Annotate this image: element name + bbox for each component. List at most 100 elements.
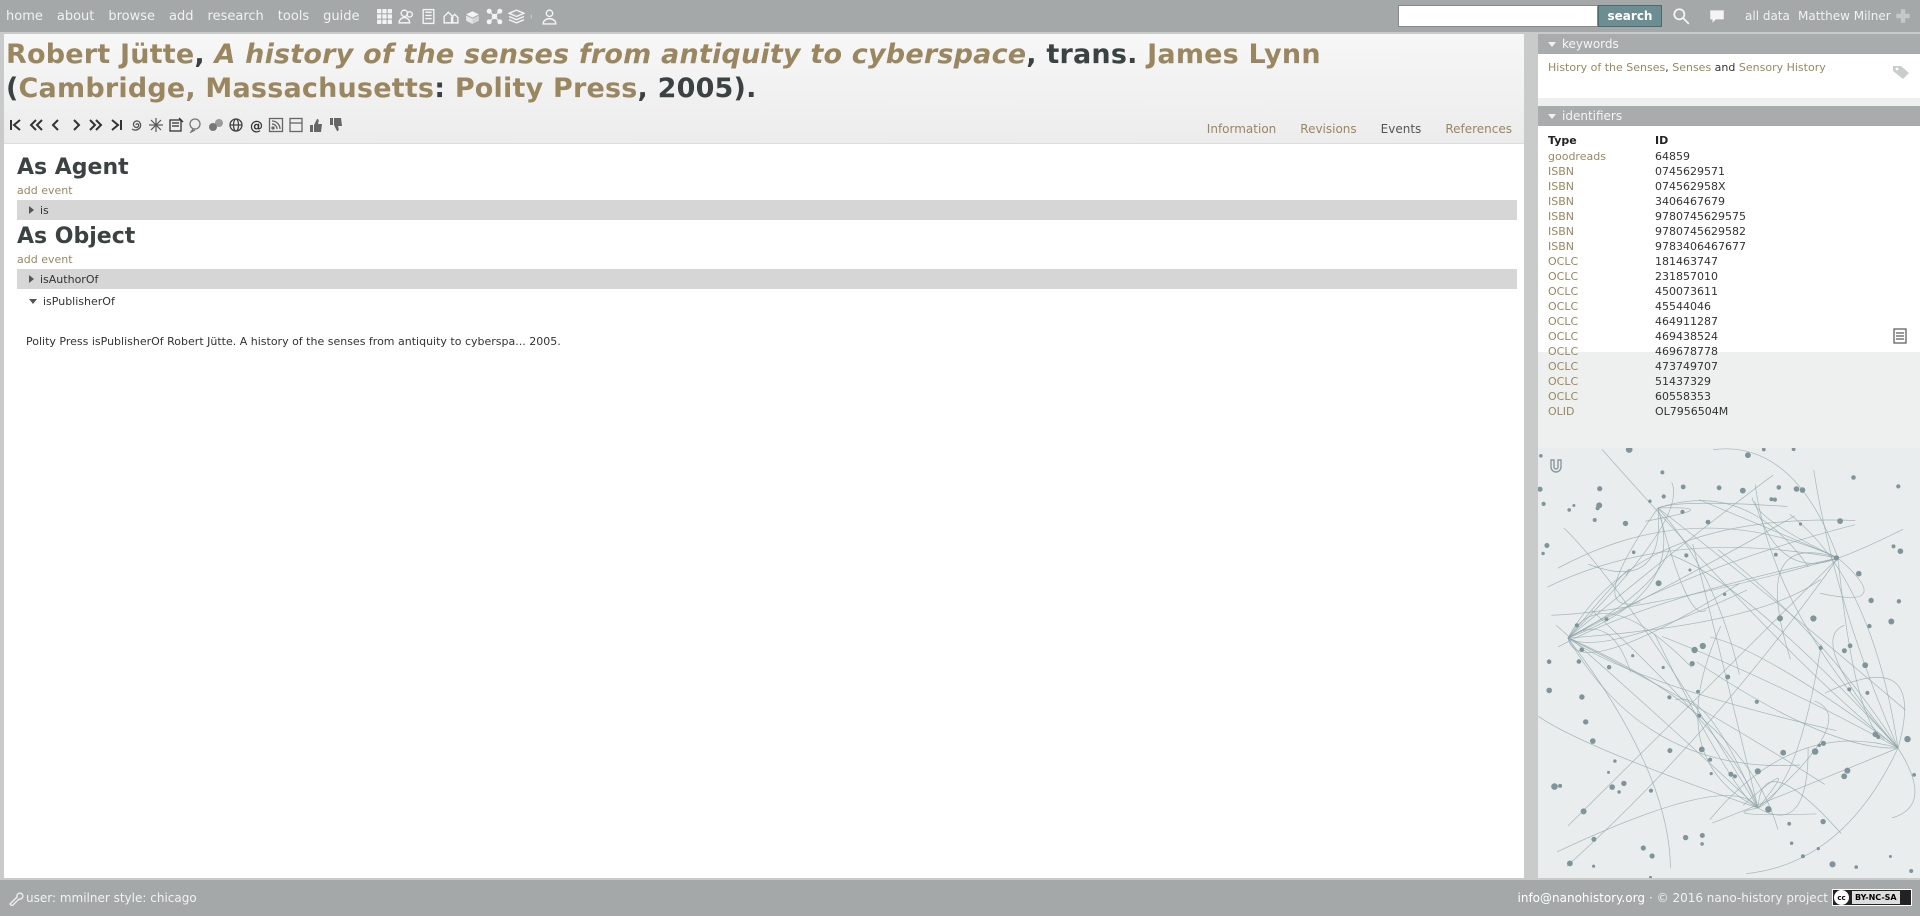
network-node[interactable] [1791, 447, 1796, 452]
network-node[interactable] [1576, 659, 1582, 664]
network-node[interactable] [1800, 854, 1805, 859]
network-node[interactable] [1739, 487, 1746, 494]
network-node[interactable] [1833, 555, 1840, 561]
network-node[interactable] [1567, 860, 1573, 867]
network-node[interactable] [1680, 509, 1685, 514]
network-node[interactable] [1716, 485, 1722, 491]
network-node[interactable] [1660, 470, 1665, 475]
nav-add[interactable]: add [169, 9, 193, 24]
network-node[interactable] [1661, 494, 1666, 499]
network-node[interactable] [1829, 861, 1836, 868]
users-icon[interactable] [541, 8, 558, 25]
prev-icon[interactable] [48, 117, 64, 133]
network-node[interactable] [1847, 687, 1852, 692]
identifier-type-link[interactable]: ISBN [1548, 224, 1655, 239]
identifier-type-link[interactable]: ISBN [1548, 209, 1655, 224]
network-node[interactable] [1888, 618, 1895, 625]
things-icon[interactable] [464, 8, 481, 25]
network-node[interactable] [1798, 522, 1803, 526]
magnifier-icon[interactable] [1672, 7, 1690, 25]
nav-tools[interactable]: tools [278, 9, 309, 24]
network-node[interactable] [1607, 770, 1610, 774]
network-node[interactable] [1810, 615, 1817, 622]
translator-link[interactable]: James Lynn [1147, 39, 1321, 70]
network-node[interactable] [1698, 746, 1705, 753]
network-node[interactable] [1609, 784, 1615, 790]
network-node[interactable] [1541, 501, 1546, 506]
relation-is-row[interactable]: is [17, 200, 1517, 220]
network-node[interactable] [1648, 499, 1652, 503]
network-node[interactable] [1558, 783, 1563, 788]
network-node[interactable] [1754, 768, 1761, 775]
spiral-icon[interactable] [128, 117, 144, 133]
network-node[interactable] [1541, 551, 1545, 556]
network-node[interactable] [1621, 780, 1627, 787]
network-node[interactable] [1909, 869, 1914, 873]
identifier-type-link[interactable]: OCLC [1548, 374, 1655, 389]
chat-icon[interactable] [1708, 7, 1726, 25]
network-node[interactable] [1765, 806, 1772, 813]
network-node[interactable] [1539, 454, 1543, 458]
nav-home[interactable]: home [6, 9, 43, 24]
network-icon[interactable] [486, 8, 503, 25]
network-node[interactable] [1912, 773, 1916, 777]
identifier-type-link[interactable]: OCLC [1548, 314, 1655, 329]
identifier-type-link[interactable]: OCLC [1548, 329, 1655, 344]
network-node[interactable] [1546, 659, 1552, 664]
places-icon[interactable] [442, 8, 459, 25]
identifier-type-link[interactable]: OCLC [1548, 254, 1655, 269]
identifiers-header[interactable]: identifiers [1538, 106, 1920, 126]
network-node[interactable] [1865, 690, 1870, 695]
network-graph[interactable] [1538, 446, 1920, 878]
network-node[interactable] [1896, 484, 1901, 489]
network-node[interactable] [1847, 643, 1853, 649]
identifier-type-link[interactable]: goodreads [1548, 149, 1655, 164]
network-node[interactable] [1811, 748, 1819, 755]
network-node[interactable] [1891, 544, 1896, 549]
fast-back-icon[interactable] [28, 117, 44, 133]
network-node[interactable] [1572, 504, 1576, 507]
network-node[interactable] [1649, 875, 1652, 878]
network-node[interactable] [1709, 772, 1713, 776]
network-node[interactable] [1816, 847, 1820, 851]
network-node[interactable] [1622, 520, 1629, 527]
rss-icon[interactable] [268, 117, 284, 133]
network-node[interactable] [1667, 748, 1673, 754]
network-node[interactable] [1617, 790, 1621, 794]
relation-ispublisherof-row[interactable]: isPublisherOf [17, 291, 1517, 311]
network-node[interactable] [1579, 694, 1585, 700]
network-node[interactable] [1761, 447, 1766, 452]
network-node[interactable] [1776, 485, 1782, 490]
network-node[interactable] [1780, 749, 1787, 756]
grid-icon[interactable] [376, 8, 393, 25]
identifier-type-link[interactable]: OCLC [1548, 299, 1655, 314]
network-node[interactable] [1697, 713, 1702, 718]
identifier-type-link[interactable]: OLID [1548, 404, 1655, 419]
network-node[interactable] [1688, 568, 1692, 572]
network-node[interactable] [1592, 518, 1597, 522]
circles-icon[interactable] [208, 117, 224, 133]
keywords-header[interactable]: keywords [1538, 34, 1920, 54]
thumbs-up-icon[interactable] [308, 117, 324, 133]
contact-email-link[interactable]: info@nanohistory.org [1518, 891, 1645, 905]
network-node[interactable] [1789, 841, 1794, 845]
network-node[interactable] [1728, 771, 1734, 777]
network-node[interactable] [1820, 818, 1826, 825]
network-node[interactable] [1595, 506, 1600, 511]
identifier-type-link[interactable]: ISBN [1548, 239, 1655, 254]
agent-add-event-link[interactable]: add event [17, 184, 1517, 198]
network-node[interactable] [1841, 648, 1847, 654]
network-node[interactable] [1691, 646, 1698, 654]
network-node[interactable] [1648, 788, 1654, 793]
network-node[interactable] [1896, 599, 1902, 604]
network-node[interactable] [1867, 623, 1872, 629]
network-visualization[interactable] [1538, 446, 1920, 878]
network-node[interactable] [1708, 757, 1713, 762]
network-node[interactable] [1682, 834, 1689, 841]
network-node[interactable] [1854, 865, 1858, 869]
network-node[interactable] [1844, 767, 1851, 774]
network-node[interactable] [1661, 665, 1665, 670]
search-input[interactable] [1398, 5, 1598, 27]
tab-information[interactable]: Information [1207, 122, 1276, 136]
next-icon[interactable] [68, 117, 84, 133]
